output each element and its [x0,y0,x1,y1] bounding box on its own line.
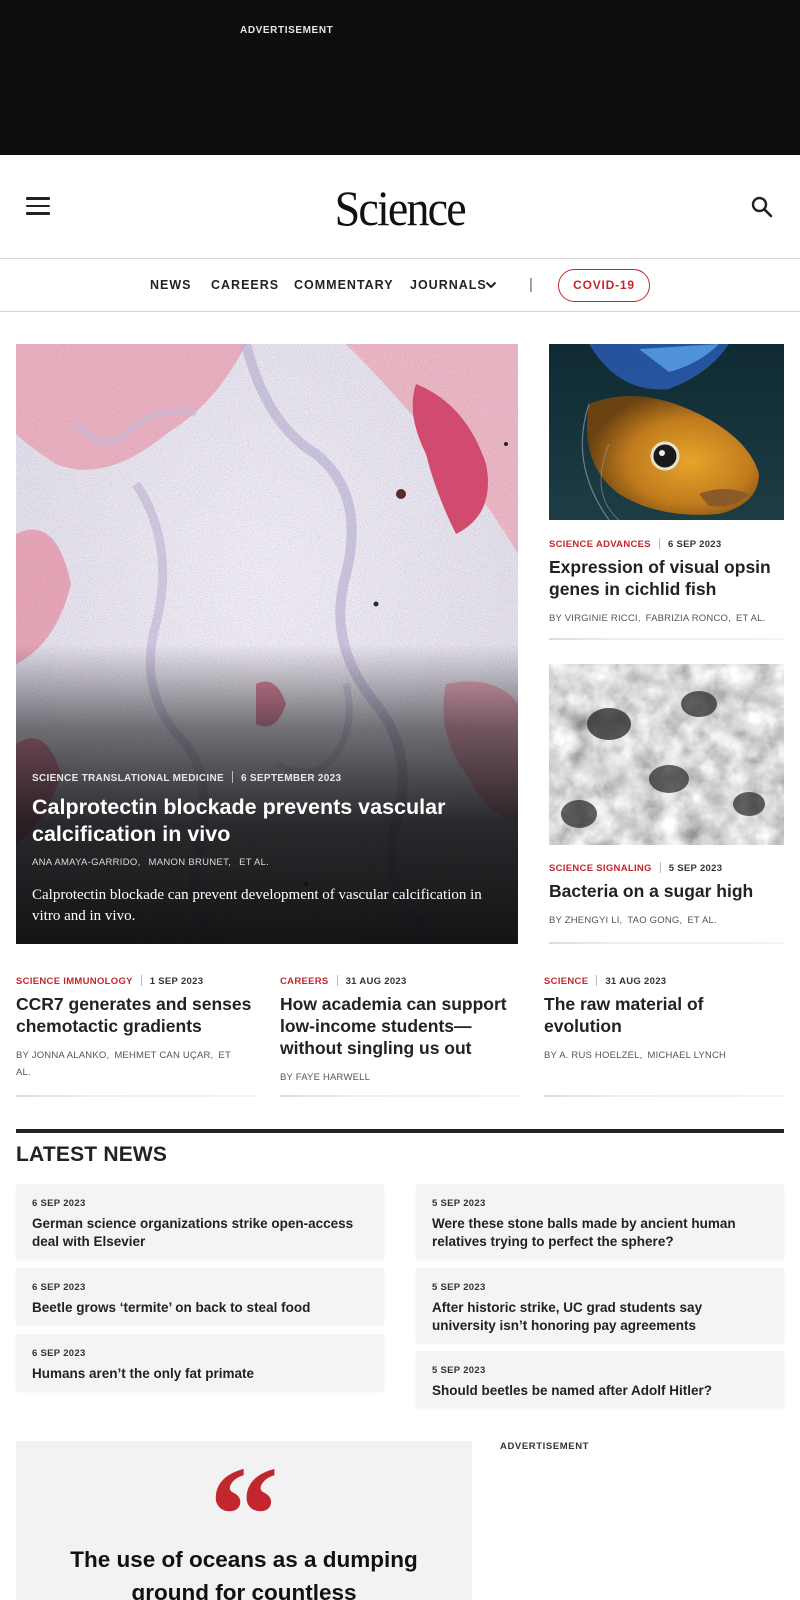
hero-author[interactable]: ANA AMAYA-GARRIDO, [32,857,141,868]
chevron-down-icon[interactable] [484,278,498,292]
quote-text: The use of oceans as a dumping ground fo… [70,1547,418,1600]
news-headline[interactable]: After historic strike, UC grad students … [432,1299,768,1334]
nav-commentary[interactable]: COMMENTARY [294,278,394,292]
news-date: 6 SEP 2023 [32,1348,86,1359]
article-author[interactable]: MICHAEL LYNCH [647,1050,726,1061]
article-meta: SCIENCE 31 AUG 2023 [544,975,784,987]
hero-author[interactable]: MANON BRUNET, [149,857,232,868]
nav-news[interactable]: NEWS [150,278,192,292]
nav-journals[interactable]: JOURNALS [410,278,487,292]
article-journal[interactable]: SCIENCE ADVANCES [549,539,651,550]
article-journal[interactable]: SCIENCE SIGNALING [549,863,652,874]
news-item[interactable]: 6 SEP 2023 German science organizations … [16,1184,384,1259]
news-item[interactable]: 5 SEP 2023 After historic strike, UC gra… [416,1268,784,1343]
article-author[interactable]: MEHMET CAN UÇAR, [114,1050,213,1061]
article-date: 1 SEP 2023 [149,976,204,987]
news-item[interactable]: 5 SEP 2023 Should beetles be named after… [416,1351,784,1408]
article-date: 6 SEP 2023 [667,539,722,550]
article-card-cichlid[interactable]: SCIENCE ADVANCES 6 SEP 2023 Expression of… [549,344,784,627]
card-divider [16,1095,256,1097]
site-header: Science [0,155,800,259]
article-meta: CAREERS 31 AUG 2023 [280,975,520,987]
hero-overlay [16,344,518,944]
news-date: 5 SEP 2023 [432,1282,486,1293]
news-date: 6 SEP 2023 [32,1198,86,1209]
site-logo[interactable]: Science [0,179,800,237]
news-headline[interactable]: Humans aren’t the only fat primate [32,1365,368,1383]
article-thumbnail [549,344,784,520]
article-byline: BY JONNA ALANKO, MEHMET CAN UÇAR, ET AL. [16,1047,241,1081]
news-headline[interactable]: Were these stone balls made by ancient h… [432,1215,768,1250]
article-title[interactable]: Bacteria on a sugar high [549,880,784,902]
article-title[interactable]: How academia can support low-income stud… [280,993,516,1059]
article-author[interactable]: BY A. RUS HOELZEL, [544,1050,642,1061]
article-meta: SCIENCE SIGNALING 5 SEP 2023 [549,862,784,874]
news-item[interactable]: 6 SEP 2023 Humans aren’t the only fat pr… [16,1334,384,1391]
section-rule [16,1129,784,1133]
article-author: ET AL. [687,915,717,926]
hero-article[interactable]: SCIENCE TRANSLATIONAL MEDICINE 6 SEPTEMBE… [16,344,518,944]
hero-date: 6 SEPTEMBER 2023 [240,773,342,784]
search-icon[interactable] [750,195,774,219]
article-title[interactable]: Expression of visual opsin genes in cich… [549,556,784,600]
article-journal[interactable]: CAREERS [280,976,329,987]
news-date: 5 SEP 2023 [432,1365,486,1376]
article-journal[interactable]: SCIENCE [544,976,588,987]
article-byline: BY VIRGINIE RICCI, FABRIZIA RONCO, ET AL. [549,610,784,627]
article-author: ET AL. [735,613,766,624]
article-title[interactable]: CCR7 generates and senses chemotactic gr… [16,993,252,1037]
card-divider [280,1095,520,1097]
latest-news-title: LATEST NEWS [16,1143,168,1166]
article-author[interactable]: BY FAYE HARWELL [280,1072,370,1083]
article-byline: BY ZHENGYI LI, TAO GONG, ET AL. [549,912,784,929]
hero-meta: SCIENCE TRANSLATIONAL MEDICINE 6 SEPTEMBE… [32,771,341,784]
article-author[interactable]: TAO GONG, [627,915,682,926]
news-headline[interactable]: Should beetles be named after Adolf Hitl… [432,1382,768,1400]
nav-careers[interactable]: CAREERS [211,278,279,292]
article-author[interactable]: BY VIRGINIE RICCI, [549,613,641,624]
article-meta: SCIENCE IMMUNOLOGY 1 SEP 2023 [16,975,256,987]
hero-title[interactable]: Calprotectin blockade prevents vascular … [32,794,472,848]
article-card-ccr7[interactable]: SCIENCE IMMUNOLOGY 1 SEP 2023 CCR7 genera… [16,975,256,1081]
article-date: 31 AUG 2023 [605,976,667,987]
main-nav: NEWS CAREERS COMMENTARY JOURNALS | COVID… [0,260,800,312]
article-byline: BY FAYE HARWELL [280,1069,520,1086]
article-author[interactable]: BY JONNA ALANKO, [16,1050,109,1061]
card-divider [544,1095,784,1097]
news-item[interactable]: 6 SEP 2023 Beetle grows ‘termite’ on bac… [16,1268,384,1325]
hero-journal[interactable]: SCIENCE TRANSLATIONAL MEDICINE [32,773,224,784]
news-headline[interactable]: German science organizations strike open… [32,1215,368,1250]
hero-description: Calprotectin blockade can prevent develo… [32,887,482,924]
article-card-bacteria[interactable]: SCIENCE SIGNALING 5 SEP 2023 Bacteria on … [549,664,784,929]
covid-button[interactable]: COVID-19 [558,269,650,302]
top-advertisement[interactable]: ADVERTISEMENT [0,0,800,155]
hero-author: ET AL. [239,857,270,868]
card-divider [549,942,784,944]
card-divider [549,638,784,640]
side-ad-label: ADVERTISEMENT [500,1441,590,1452]
article-author[interactable]: BY ZHENGYI LI, [549,915,622,926]
quote-block: “ The use of oceans as a dumping ground … [16,1441,472,1600]
article-card-academia[interactable]: CAREERS 31 AUG 2023 How academia can supp… [280,975,520,1086]
article-date: 5 SEP 2023 [668,863,723,874]
article-card-evolution[interactable]: SCIENCE 31 AUG 2023 The raw material of e… [544,975,784,1064]
article-date: 31 AUG 2023 [345,976,407,987]
news-date: 6 SEP 2023 [32,1282,86,1293]
article-author[interactable]: FABRIZIA RONCO, [646,613,731,624]
news-date: 5 SEP 2023 [432,1198,486,1209]
news-item[interactable]: 5 SEP 2023 Were these stone balls made b… [416,1184,784,1259]
nav-separator: | [529,276,533,293]
article-journal[interactable]: SCIENCE IMMUNOLOGY [16,976,133,987]
ad-label: ADVERTISEMENT [240,25,334,36]
hero-authors: ANA AMAYA-GARRIDO, MANON BRUNET, ET AL. [32,857,277,868]
news-headline[interactable]: Beetle grows ‘termite’ on back to steal … [32,1299,368,1317]
article-meta: SCIENCE ADVANCES 6 SEP 2023 [549,538,784,550]
article-byline: BY A. RUS HOELZEL, MICHAEL LYNCH [544,1047,784,1064]
article-title[interactable]: The raw material of evolution [544,993,784,1037]
article-thumbnail [549,664,784,845]
